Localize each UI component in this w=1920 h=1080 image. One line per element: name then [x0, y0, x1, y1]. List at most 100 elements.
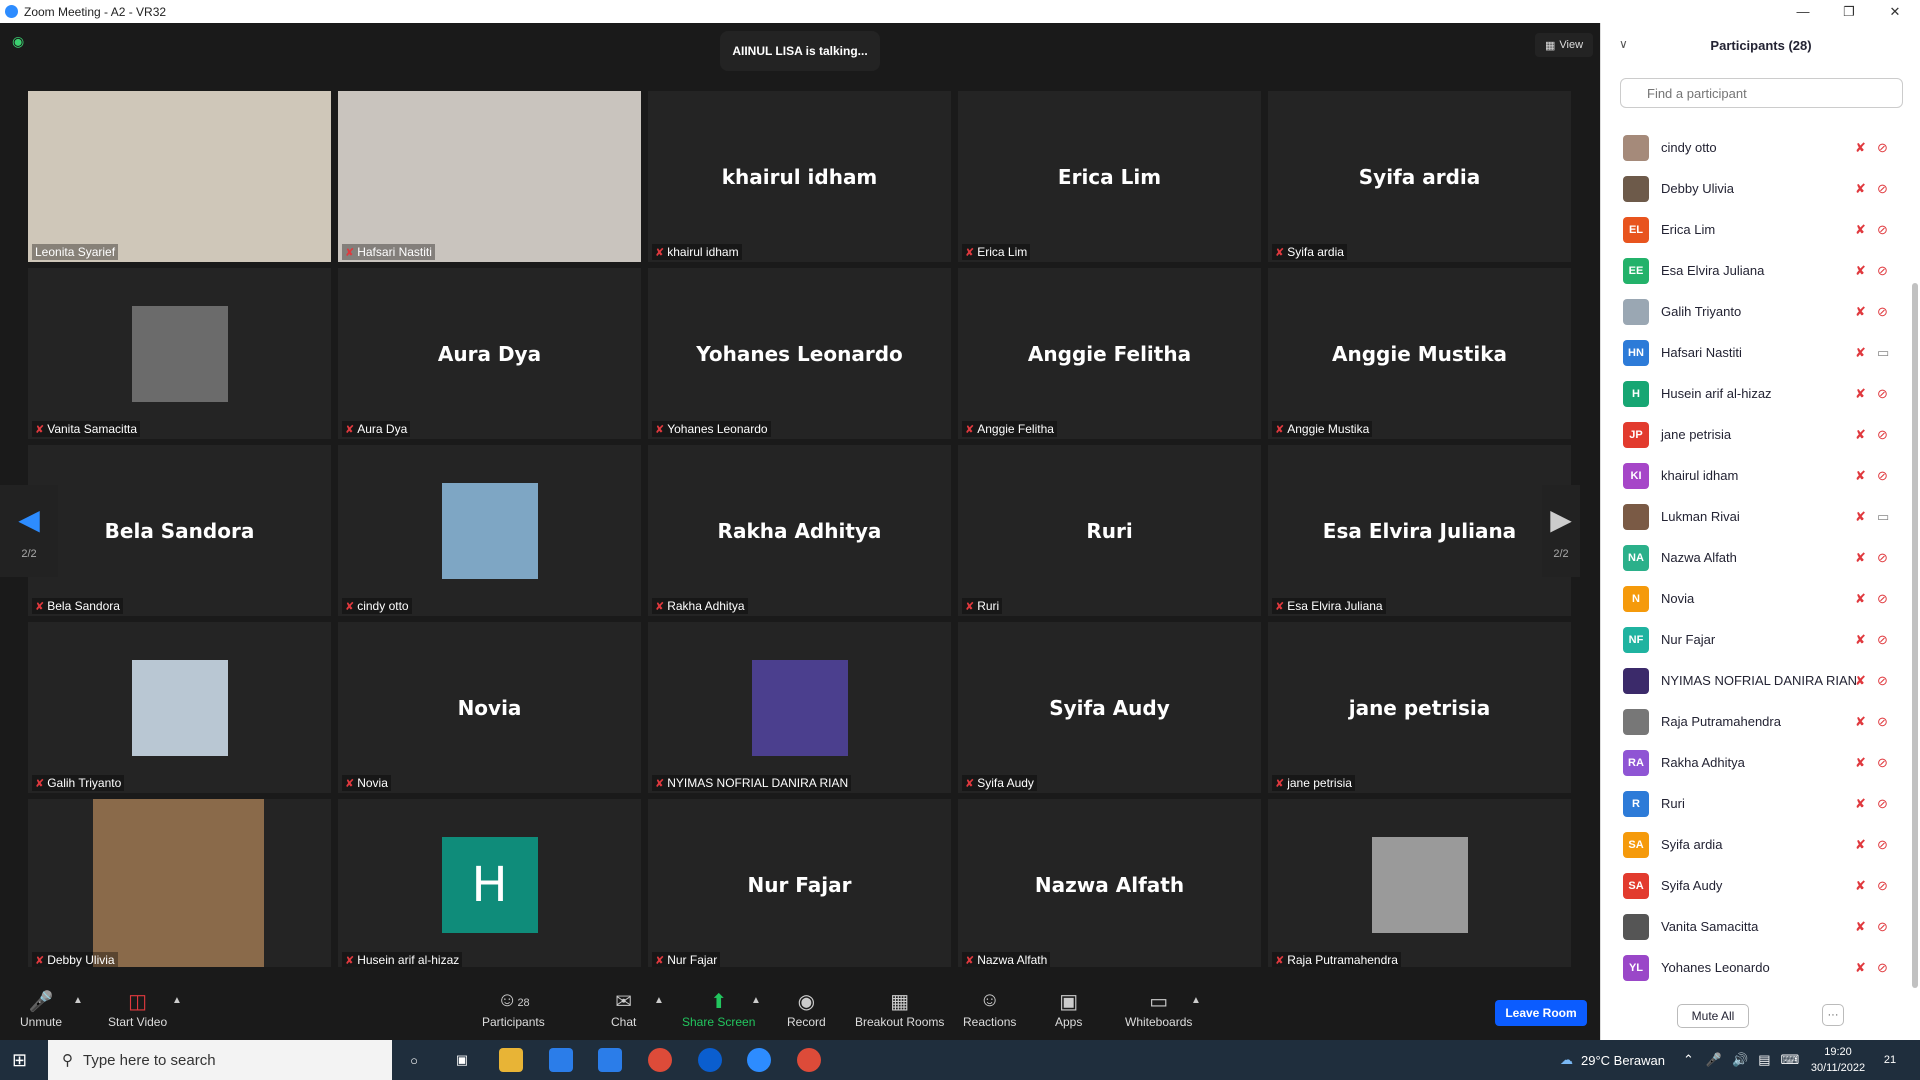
video-options-caret-icon[interactable]: ▲ [172, 995, 182, 1006]
file-explorer-icon[interactable] [499, 1048, 523, 1072]
video-tile[interactable]: ✘ Vanita Samacitta [28, 268, 331, 439]
reactions-button[interactable]: ☺ Reactions [963, 989, 1016, 1029]
video-tile[interactable]: Erica Lim ✘ Erica Lim [958, 91, 1261, 262]
muted-mic-icon[interactable]: ✘ [1855, 714, 1866, 730]
participant-row[interactable]: R Ruri ✘ ⊘ [1601, 783, 1907, 824]
video-on-icon[interactable]: ▭ [1877, 345, 1889, 361]
mail-icon[interactable] [598, 1048, 622, 1072]
record-button[interactable]: ◉ Record [787, 989, 826, 1029]
participant-row[interactable]: H Husein arif al-hizaz ✘ ⊘ [1601, 373, 1907, 414]
video-off-icon[interactable]: ⊘ [1877, 468, 1888, 484]
muted-mic-icon[interactable]: ✘ [1855, 796, 1866, 812]
video-off-icon[interactable]: ⊘ [1877, 140, 1888, 156]
muted-mic-icon[interactable]: ✘ [1855, 427, 1866, 443]
muted-mic-icon[interactable]: ✘ [1855, 755, 1866, 771]
muted-mic-icon[interactable]: ✘ [1855, 181, 1866, 197]
start-video-button[interactable]: ◫ Start Video [108, 989, 167, 1029]
prev-page-button[interactable]: ◀ 2/2 [0, 485, 58, 577]
video-off-icon[interactable]: ⊘ [1877, 181, 1888, 197]
video-tile[interactable]: Novia ✘ Novia [338, 622, 641, 793]
video-tile[interactable]: Anggie Felitha ✘ Anggie Felitha [958, 268, 1261, 439]
muted-mic-icon[interactable]: ✘ [1855, 550, 1866, 566]
muted-mic-icon[interactable]: ✘ [1855, 468, 1866, 484]
video-off-icon[interactable]: ⊘ [1877, 878, 1888, 894]
video-tile[interactable]: khairul idham ✘ khairul idham [648, 91, 951, 262]
muted-mic-icon[interactable]: ✘ [1855, 140, 1866, 156]
video-off-icon[interactable]: ⊘ [1877, 796, 1888, 812]
muted-mic-icon[interactable]: ✘ [1855, 591, 1866, 607]
teamviewer-icon[interactable] [698, 1048, 722, 1072]
chrome-profile-icon[interactable] [797, 1048, 821, 1072]
muted-mic-icon[interactable]: ✘ [1855, 386, 1866, 402]
participant-row[interactable]: N Novia ✘ ⊘ [1601, 578, 1907, 619]
video-off-icon[interactable]: ⊘ [1877, 837, 1888, 853]
more-options-button[interactable]: ··· [1822, 1004, 1844, 1026]
video-off-icon[interactable]: ⊘ [1877, 714, 1888, 730]
participant-row[interactable]: EL Erica Lim ✘ ⊘ [1601, 209, 1907, 250]
leave-room-button[interactable]: Leave Room [1495, 1000, 1587, 1026]
security-shield-icon[interactable]: ◉ [12, 33, 24, 50]
muted-mic-icon[interactable]: ✘ [1855, 304, 1866, 320]
video-off-icon[interactable]: ⊘ [1877, 550, 1888, 566]
video-on-icon[interactable]: ▭ [1877, 509, 1889, 525]
muted-mic-icon[interactable]: ✘ [1855, 837, 1866, 853]
muted-mic-icon[interactable]: ✘ [1855, 632, 1866, 648]
video-tile[interactable]: ✘ Debby Ulivia [28, 799, 331, 970]
notification-icon[interactable]: 21 [1878, 1048, 1902, 1072]
video-off-icon[interactable]: ⊘ [1877, 755, 1888, 771]
breakout-rooms-button[interactable]: ▦ Breakout Rooms [855, 989, 944, 1029]
chevron-up-icon[interactable]: ⌃ [1683, 1052, 1694, 1068]
video-tile[interactable]: ✘ Raja Putramahendra [1268, 799, 1571, 970]
video-tile[interactable]: Ruri ✘ Ruri [958, 445, 1261, 616]
video-off-icon[interactable]: ⊘ [1877, 304, 1888, 320]
participant-row[interactable]: cindy otto ✘ ⊘ [1601, 127, 1907, 168]
network-icon[interactable]: ▤ [1758, 1052, 1770, 1068]
apps-button[interactable]: ▣ Apps [1055, 989, 1082, 1029]
muted-mic-icon[interactable]: ✘ [1855, 222, 1866, 238]
participant-row[interactable]: Galih Triyanto ✘ ⊘ [1601, 291, 1907, 332]
video-tile[interactable]: Nazwa Alfath ✘ Nazwa Alfath [958, 799, 1261, 970]
taskbar-clock[interactable]: 19:20 30/11/2022 [1808, 1044, 1868, 1076]
zoom-taskbar-icon[interactable] [747, 1048, 771, 1072]
participants-button[interactable]: ☺28 Participants [482, 989, 545, 1029]
muted-mic-icon[interactable]: ✘ [1855, 673, 1866, 689]
task-view-icon[interactable]: ▣ [450, 1048, 474, 1072]
video-tile[interactable]: H ✘ Husein arif al-hizaz [338, 799, 641, 970]
video-off-icon[interactable]: ⊘ [1877, 591, 1888, 607]
video-tile[interactable]: ✘ Hafsari Nastiti [338, 91, 641, 262]
restore-icon[interactable]: ❐ [1826, 0, 1872, 23]
video-off-icon[interactable]: ⊘ [1877, 632, 1888, 648]
video-off-icon[interactable]: ⊘ [1877, 673, 1888, 689]
participant-row[interactable]: RA Rakha Adhitya ✘ ⊘ [1601, 742, 1907, 783]
video-tile[interactable]: Syifa Audy ✘ Syifa Audy [958, 622, 1261, 793]
chevron-down-icon[interactable]: ∨ [1619, 37, 1628, 51]
video-tile[interactable]: Esa Elvira Juliana ✘ Esa Elvira Juliana [1268, 445, 1571, 616]
video-off-icon[interactable]: ⊘ [1877, 919, 1888, 935]
video-off-icon[interactable]: ⊘ [1877, 960, 1888, 976]
participant-row[interactable]: HN Hafsari Nastiti ✘ ▭ [1601, 332, 1907, 373]
video-tile[interactable]: Rakha Adhitya ✘ Rakha Adhitya [648, 445, 951, 616]
participant-row[interactable]: SA Syifa ardia ✘ ⊘ [1601, 824, 1907, 865]
participant-search-input[interactable] [1620, 78, 1903, 108]
next-page-button[interactable]: ▶ 2/2 [1542, 485, 1580, 577]
chat-button[interactable]: ✉ Chat [611, 989, 636, 1029]
taskbar-search-box[interactable]: ⚲ Type here to search [48, 1040, 392, 1080]
participant-row[interactable]: JP jane petrisia ✘ ⊘ [1601, 414, 1907, 455]
microphone-icon[interactable]: 🎤 [1706, 1052, 1722, 1068]
video-tile[interactable]: Yohanes Leonardo ✘ Yohanes Leonardo [648, 268, 951, 439]
volume-icon[interactable]: 🔊 [1732, 1052, 1748, 1068]
share-screen-button[interactable]: ⬆ Share Screen [682, 989, 755, 1029]
participant-row[interactable]: YL Yohanes Leonardo ✘ ⊘ [1601, 947, 1907, 988]
muted-mic-icon[interactable]: ✘ [1855, 263, 1866, 279]
keyboard-icon[interactable]: ⌨ [1781, 1052, 1800, 1068]
participant-row[interactable]: Debby Ulivia ✘ ⊘ [1601, 168, 1907, 209]
participant-row[interactable]: NF Nur Fajar ✘ ⊘ [1601, 619, 1907, 660]
muted-mic-icon[interactable]: ✘ [1855, 919, 1866, 935]
audio-options-caret-icon[interactable]: ▲ [73, 995, 83, 1006]
participant-row[interactable]: Lukman Rivai ✘ ▭ [1601, 496, 1907, 537]
muted-mic-icon[interactable]: ✘ [1855, 509, 1866, 525]
windows-start-icon[interactable]: ⊞ [12, 1050, 32, 1070]
participant-row[interactable]: KI khairul idham ✘ ⊘ [1601, 455, 1907, 496]
participant-row[interactable]: Raja Putramahendra ✘ ⊘ [1601, 701, 1907, 742]
muted-mic-icon[interactable]: ✘ [1855, 345, 1866, 361]
